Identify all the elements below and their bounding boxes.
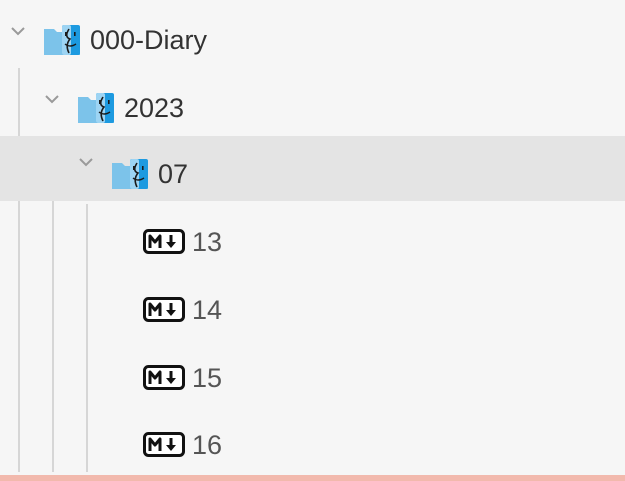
tree-file-label: 15 xyxy=(192,363,223,393)
tree-folder-label: 2023 xyxy=(124,93,185,123)
tree-file-row-13[interactable]: 13 xyxy=(0,209,625,275)
finder-folder-icon xyxy=(78,93,114,123)
markdown-icon xyxy=(143,229,185,254)
file-tree: 000-Diary 2023 07 13 14 15 16 xyxy=(0,0,625,481)
markdown-icon xyxy=(143,365,185,390)
tree-file-row-15[interactable]: 15 xyxy=(0,345,625,411)
tree-folder-row-07[interactable]: 07 xyxy=(0,136,625,201)
tree-folder-label: 000-Diary xyxy=(90,25,208,55)
finder-folder-icon xyxy=(44,25,80,55)
bottom-highlight-bar xyxy=(0,475,625,481)
tree-file-row-16[interactable]: 16 xyxy=(0,412,625,474)
tree-file-label: 13 xyxy=(192,227,223,257)
tree-file-label: 14 xyxy=(192,295,223,325)
markdown-icon xyxy=(143,432,185,457)
finder-folder-icon xyxy=(112,159,148,189)
tree-folder-label: 07 xyxy=(158,159,189,189)
chevron-down-icon[interactable] xyxy=(76,152,96,172)
markdown-icon xyxy=(143,297,185,322)
tree-folder-row-2023[interactable]: 2023 xyxy=(0,75,625,141)
chevron-down-icon[interactable] xyxy=(8,21,28,41)
chevron-down-icon[interactable] xyxy=(42,89,62,109)
tree-file-row-14[interactable]: 14 xyxy=(0,277,625,343)
tree-file-label: 16 xyxy=(192,430,223,460)
tree-folder-row-000-diary[interactable]: 000-Diary xyxy=(0,7,625,73)
